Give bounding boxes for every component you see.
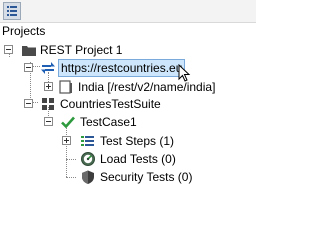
- check-icon: [60, 114, 76, 130]
- service-label: https://restcountries.eu: [58, 59, 186, 77]
- tree-row-project[interactable]: REST Project 1: [0, 41, 256, 59]
- tree-row-testcase[interactable]: TestCase1: [0, 113, 256, 131]
- tree-row-load-tests[interactable]: Load Tests (0): [0, 150, 256, 168]
- project-label: REST Project 1: [40, 43, 123, 57]
- toolbar: [0, 0, 256, 23]
- panel-title: Projects: [2, 24, 46, 38]
- tree-row-security-tests[interactable]: Security Tests (0): [0, 168, 256, 186]
- tree-row-test-steps[interactable]: Test Steps (1): [0, 132, 256, 150]
- expand-icon[interactable]: [44, 82, 53, 91]
- security-tests-icon: [80, 169, 96, 185]
- testcase-label: TestCase1: [80, 115, 137, 129]
- resource-icon: [58, 79, 74, 95]
- tree-row-service[interactable]: https://restcountries.eu: [0, 59, 256, 77]
- security-tests-label: Security Tests (0): [100, 170, 193, 184]
- expand-icon[interactable]: [62, 136, 71, 145]
- rest-service-icon: [40, 60, 56, 76]
- test-steps-label: Test Steps (1): [100, 134, 175, 148]
- folder-icon: [21, 42, 37, 58]
- test-steps-icon: [80, 133, 96, 149]
- load-tests-icon: [80, 151, 96, 167]
- load-tests-label: Load Tests (0): [100, 152, 176, 166]
- list-view-icon[interactable]: [3, 2, 21, 20]
- resource-label: India [/rest/v2/name/india]: [78, 80, 216, 94]
- test-suite-icon: [40, 96, 56, 112]
- collapse-icon[interactable]: [24, 99, 33, 108]
- tree-row-resource[interactable]: India [/rest/v2/name/india]: [0, 78, 256, 96]
- testsuite-label: CountriesTestSuite: [60, 97, 161, 111]
- mouse-cursor-icon: [178, 63, 192, 84]
- collapse-icon[interactable]: [44, 117, 53, 126]
- collapse-icon[interactable]: [24, 63, 33, 72]
- collapse-icon[interactable]: [4, 45, 13, 54]
- tree-row-testsuite[interactable]: CountriesTestSuite: [0, 95, 256, 113]
